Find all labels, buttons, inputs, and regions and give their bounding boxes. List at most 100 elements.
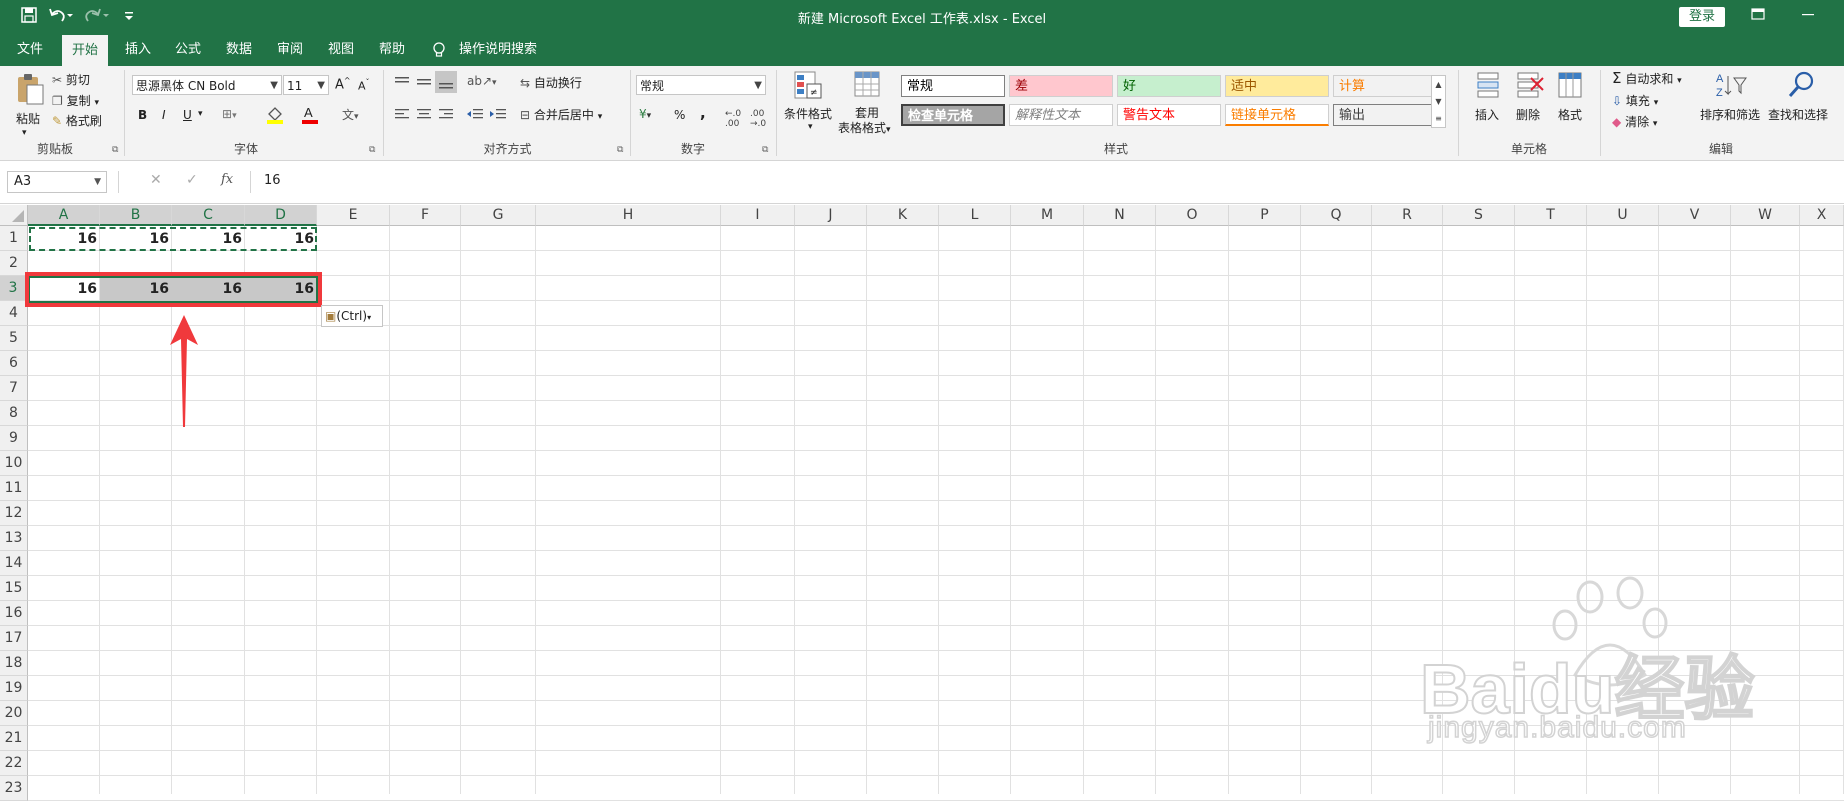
row-header-6[interactable]: 6 xyxy=(0,351,28,376)
enter-icon[interactable]: ✓ xyxy=(186,172,198,188)
column-header-j[interactable]: J xyxy=(795,205,867,226)
row-header-10[interactable]: 10 xyxy=(0,451,28,476)
find-select-button[interactable]: 查找和选择 xyxy=(1768,106,1828,123)
insert-cells-icon[interactable] xyxy=(1474,70,1502,103)
cell-style-7[interactable]: 警告文本 xyxy=(1117,104,1221,126)
copy-button[interactable]: ❐ 复制 ▾ xyxy=(52,92,99,109)
row-header-9[interactable]: 9 xyxy=(0,426,28,451)
tell-me-search[interactable]: 操作说明搜索 xyxy=(449,33,547,66)
table-format-icon[interactable] xyxy=(853,70,883,105)
column-header-l[interactable]: L xyxy=(939,205,1011,226)
paste-dropdown-icon[interactable]: ▾ xyxy=(22,128,27,138)
login-button[interactable]: 登录 xyxy=(1679,7,1725,27)
fill-button[interactable]: ⇩ 填充 ▾ xyxy=(1612,92,1658,109)
cut-button[interactable]: ✂ 剪切 xyxy=(52,71,90,88)
conditional-format-icon[interactable]: ≠ xyxy=(793,70,823,105)
autosum-button[interactable]: Σ 自动求和 ▾ xyxy=(1612,69,1682,87)
cell-style-6[interactable]: 解释性文本 xyxy=(1009,104,1113,126)
gallery-scroll[interactable]: ▲ ▼ ≡ xyxy=(1431,75,1446,128)
column-header-o[interactable]: O xyxy=(1156,205,1229,226)
cell-style-4[interactable]: 计算 xyxy=(1333,75,1437,97)
clear-button[interactable]: ◆ 清除 ▾ xyxy=(1612,113,1657,130)
row-header-5[interactable]: 5 xyxy=(0,326,28,351)
column-header-c[interactable]: C xyxy=(172,205,245,226)
find-select-icon[interactable] xyxy=(1786,70,1816,103)
table-format-button[interactable]: 表格格式▾ xyxy=(838,119,891,136)
increase-decimal-icon[interactable]: ←.0.00 xyxy=(725,109,741,129)
column-header-d[interactable]: D xyxy=(245,205,317,226)
percent-button[interactable]: % xyxy=(674,108,685,122)
column-header-a[interactable]: A xyxy=(28,205,100,226)
row-header-23[interactable]: 23 xyxy=(0,776,28,801)
underline-dropdown-icon[interactable]: ▾ xyxy=(198,109,203,119)
align-center-icon[interactable] xyxy=(415,106,433,125)
select-all-button[interactable] xyxy=(0,205,28,226)
column-header-f[interactable]: F xyxy=(390,205,461,226)
align-top-icon[interactable] xyxy=(393,74,411,93)
row-header-8[interactable]: 8 xyxy=(0,401,28,426)
paste-button[interactable]: 粘贴 xyxy=(16,110,40,127)
row-header-19[interactable]: 19 xyxy=(0,676,28,701)
align-bottom-icon[interactable] xyxy=(435,71,457,93)
cell-style-9[interactable]: 输出 xyxy=(1333,104,1437,126)
cell-style-5[interactable]: 检查单元格 xyxy=(901,104,1005,126)
ribbon-display-icon[interactable] xyxy=(1750,6,1766,26)
column-header-w[interactable]: W xyxy=(1731,205,1800,226)
dialog-launcher-icon[interactable]: ⧉ xyxy=(112,145,118,155)
name-box[interactable]: A3 ▼ xyxy=(7,171,107,193)
column-header-m[interactable]: M xyxy=(1011,205,1084,226)
cancel-icon[interactable]: ✕ xyxy=(150,172,162,188)
row-header-22[interactable]: 22 xyxy=(0,751,28,776)
row-header-16[interactable]: 16 xyxy=(0,601,28,626)
tab-data[interactable]: 数据 xyxy=(216,33,262,66)
row-header-12[interactable]: 12 xyxy=(0,501,28,526)
tab-review[interactable]: 审阅 xyxy=(267,33,313,66)
cell-style-3[interactable]: 适中 xyxy=(1225,75,1329,97)
row-header-17[interactable]: 17 xyxy=(0,626,28,651)
insert-function-button[interactable]: fx xyxy=(221,172,233,187)
cell-style-2[interactable]: 好 xyxy=(1117,75,1221,97)
dialog-launcher-icon[interactable]: ⧉ xyxy=(369,145,375,155)
delete-cells-icon[interactable] xyxy=(1515,70,1545,103)
wrap-text-button[interactable]: ⇆ 自动换行 xyxy=(520,74,582,91)
tab-view[interactable]: 视图 xyxy=(318,33,364,66)
column-header-v[interactable]: V xyxy=(1659,205,1731,226)
row-header-13[interactable]: 13 xyxy=(0,526,28,551)
fill-color-icon[interactable] xyxy=(265,104,287,127)
column-header-n[interactable]: N xyxy=(1084,205,1156,226)
column-header-e[interactable]: E xyxy=(317,205,390,226)
font-size-combo[interactable]: 11 ▼ xyxy=(283,75,329,95)
currency-icon[interactable]: ¥▾ xyxy=(639,107,651,121)
column-header-p[interactable]: P xyxy=(1229,205,1301,226)
tab-insert[interactable]: 插入 xyxy=(115,33,161,66)
row-header-11[interactable]: 11 xyxy=(0,476,28,501)
column-header-u[interactable]: U xyxy=(1587,205,1659,226)
column-header-t[interactable]: T xyxy=(1515,205,1587,226)
column-header-s[interactable]: S xyxy=(1443,205,1515,226)
column-header-k[interactable]: K xyxy=(867,205,939,226)
comma-button[interactable]: , xyxy=(700,104,706,122)
column-header-r[interactable]: R xyxy=(1372,205,1443,226)
increase-font-icon[interactable]: A^ xyxy=(335,76,351,92)
orientation-icon[interactable]: ab↗▾ xyxy=(467,74,497,88)
font-color-icon[interactable]: A xyxy=(300,104,322,127)
border-icon[interactable]: ⊞▾ xyxy=(222,107,237,121)
delete-cells-button[interactable]: 删除 xyxy=(1516,106,1540,123)
row-header-14[interactable]: 14 xyxy=(0,551,28,576)
tab-formulas[interactable]: 公式 xyxy=(165,33,211,66)
row-header-2[interactable]: 2 xyxy=(0,251,28,276)
decrease-decimal-icon[interactable]: .00 →.0 xyxy=(750,109,766,129)
italic-button[interactable]: I xyxy=(162,108,166,122)
format-painter-button[interactable]: ✎ 格式刷 xyxy=(52,112,102,129)
cell-style-8[interactable]: 链接单元格 xyxy=(1225,104,1329,126)
column-header-h[interactable]: H xyxy=(536,205,721,226)
column-header-i[interactable]: I xyxy=(721,205,795,226)
dialog-launcher-icon[interactable]: ⧉ xyxy=(617,145,623,155)
conditional-format-button[interactable]: 条件格式 xyxy=(784,105,832,122)
decrease-indent-icon[interactable] xyxy=(466,106,484,125)
align-right-icon[interactable] xyxy=(437,106,455,125)
formula-input[interactable]: 16 xyxy=(264,173,281,188)
insert-cells-button[interactable]: 插入 xyxy=(1475,106,1499,123)
number-format-combo[interactable]: 常规 ▼ xyxy=(636,75,766,95)
align-middle-icon[interactable] xyxy=(415,74,433,93)
